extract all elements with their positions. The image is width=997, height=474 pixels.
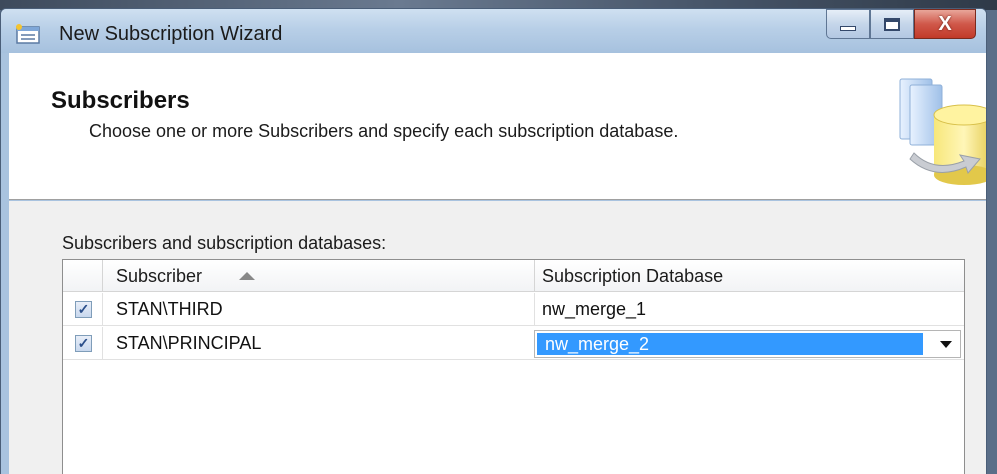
column-separator[interactable] <box>534 260 535 292</box>
selected-value: nw_merge_2 <box>537 333 923 355</box>
column-separator <box>102 327 103 360</box>
page-title: Subscribers <box>51 87 190 114</box>
close-icon: X <box>938 12 952 35</box>
wizard-window: New Subscription Wizard X Subscribers Ch… <box>0 8 987 474</box>
subscribers-grid[interactable]: Subscriber Subscription Database ✓ STAN\… <box>62 259 965 474</box>
column-separator <box>102 293 103 326</box>
subscriber-checkbox[interactable]: ✓ <box>75 335 92 352</box>
wizard-header: Subscribers Choose one or more Subscribe… <box>9 53 986 200</box>
column-header-subscription-database[interactable]: Subscription Database <box>542 266 723 287</box>
wizard-body: Subscribers and subscription databases: … <box>9 201 986 474</box>
maximize-button[interactable] <box>870 9 914 39</box>
column-separator <box>534 293 535 326</box>
subscription-database-dropdown[interactable]: nw_merge_2 <box>534 330 961 358</box>
subscriber-checkbox[interactable]: ✓ <box>75 301 92 318</box>
grid-header: Subscriber Subscription Database <box>63 260 964 292</box>
minimize-icon <box>840 25 856 31</box>
window-title: New Subscription Wizard <box>59 23 283 45</box>
column-header-subscriber[interactable]: Subscriber <box>116 266 202 287</box>
grid-label: Subscribers and subscription databases: <box>62 233 387 253</box>
database-icon <box>899 78 986 185</box>
chevron-down-icon[interactable] <box>940 341 952 348</box>
title-bar[interactable]: New Subscription Wizard X <box>1 9 986 53</box>
minimize-button[interactable] <box>826 9 870 39</box>
wizard-icon <box>16 24 40 44</box>
subscription-database-cell[interactable]: nw_merge_1 <box>542 299 646 320</box>
close-button[interactable]: X <box>914 9 976 39</box>
sort-ascending-icon <box>239 272 255 280</box>
window-controls: X <box>826 9 976 39</box>
subscriber-name: STAN\PRINCIPAL <box>116 333 262 353</box>
page-description: Choose one or more Subscribers and speci… <box>89 121 679 141</box>
maximize-icon <box>884 17 900 31</box>
selected-database: nw_merge_2 <box>545 334 650 354</box>
table-row[interactable]: ✓ STAN\THIRD nw_merge_1 <box>63 293 964 326</box>
table-row[interactable]: ✓ STAN\PRINCIPAL nw_merge_2 <box>63 327 964 360</box>
column-separator <box>102 260 103 292</box>
subscriber-name: STAN\THIRD <box>116 299 223 319</box>
